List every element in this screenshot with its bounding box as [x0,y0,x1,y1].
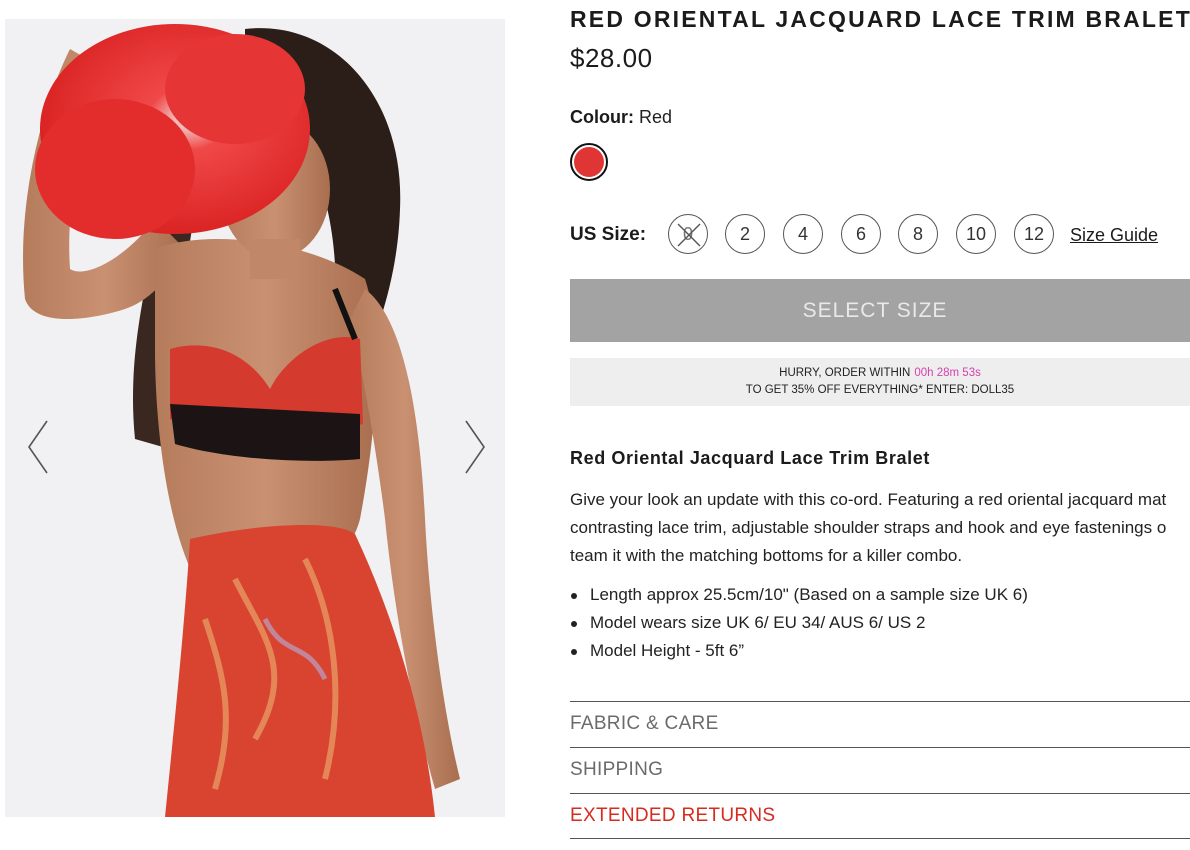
size-option-label: 10 [965,223,987,244]
swatch-fill [574,147,604,177]
colour-label: Colour: [570,107,634,127]
size-option-label: 8 [912,223,923,244]
size-option-6[interactable]: 6 [841,214,881,254]
product-features-list: Length approx 25.5cm/10" (Based on a sam… [570,581,1028,665]
description-text: Give your look an update with this co-or… [570,486,1190,570]
product-price: $28.00 [570,43,653,73]
chevron-right-icon [465,420,485,474]
chevron-left-icon [28,420,48,474]
unavailable-strike-icon [677,223,701,247]
feature-item: Model Height - 5ft 6” [570,637,1028,665]
colour-selector-label: Colour: Red [570,107,672,128]
size-option-8[interactable]: 8 [898,214,938,254]
size-guide-link[interactable]: Size Guide [1070,225,1158,246]
colour-swatch-red[interactable] [570,143,608,181]
info-accordion: FABRIC & CARE SHIPPING EXTENDED RETURNS [570,701,1190,839]
size-option-4[interactable]: 4 [783,214,823,254]
product-photo [5,19,505,817]
description-heading: Red Oriental Jacquard Lace Trim Bralet [570,448,930,468]
description-line: contrasting lace trim, adjustable should… [570,518,1167,537]
feature-item: Length approx 25.5cm/10" (Based on a sam… [570,581,1028,609]
countdown-timer: 00h 28m 53s [914,367,981,379]
promo-prefix: HURRY, ORDER WITHIN [779,367,911,379]
gallery-prev-button[interactable] [23,417,53,477]
accordion-fabric-care[interactable]: FABRIC & CARE [570,701,1190,747]
product-details: RED ORIENTAL JACQUARD LACE TRIM BRALET $… [570,0,1190,850]
size-option-label: 12 [1023,223,1045,244]
size-selector: US Size: 0 2 4 6 8 10 12 Size Guide [570,213,1190,255]
size-option-label: 4 [797,223,808,244]
promo-line-2: TO GET 35% OFF EVERYTHING* ENTER: DOLL35 [745,384,1015,396]
size-option-10[interactable]: 10 [956,214,996,254]
size-option-label: 6 [855,223,866,244]
accordion-extended-returns[interactable]: EXTENDED RETURNS [570,793,1190,839]
accordion-shipping[interactable]: SHIPPING [570,747,1190,793]
promo-line-1: HURRY, ORDER WITHIN 00h 28m 53s [570,365,1190,382]
feature-item: Model wears size UK 6/ EU 34/ AUS 6/ US … [570,609,1028,637]
colour-value: Red [639,107,673,127]
size-option-0[interactable]: 0 [668,214,708,254]
product-title: RED ORIENTAL JACQUARD LACE TRIM BRALET [570,6,1190,32]
product-image-gallery [5,19,505,817]
size-option-label: 2 [739,223,750,244]
description-line: team it with the matching bottoms for a … [570,546,963,565]
size-label: US Size: [570,224,647,245]
gallery-next-button[interactable] [460,417,490,477]
description-line: Give your look an update with this co-or… [570,490,1167,509]
size-option-2[interactable]: 2 [725,214,765,254]
promo-banner: HURRY, ORDER WITHIN 00h 28m 53s TO GET 35… [570,358,1190,406]
select-size-button[interactable]: SELECT SIZE [570,279,1190,342]
size-option-12[interactable]: 12 [1014,214,1054,254]
